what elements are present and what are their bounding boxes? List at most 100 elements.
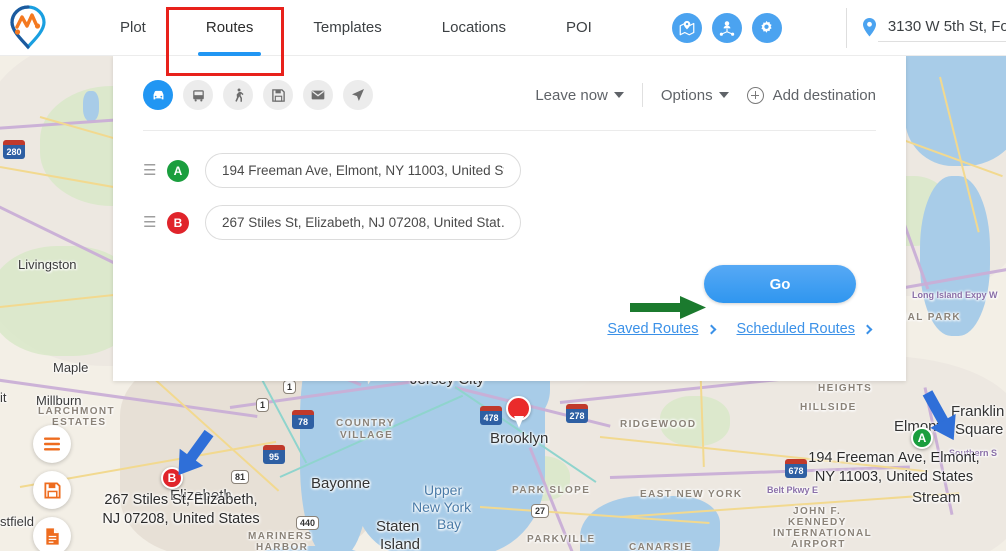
nav-item-templates[interactable]: Templates — [299, 0, 395, 56]
map-label: LARCHMONT — [38, 406, 116, 417]
scheduled-routes-label: Scheduled Routes — [736, 321, 856, 337]
nav-item-poi[interactable]: POI — [552, 0, 606, 56]
panel-options-group: Leave now Options Add destination — [535, 83, 876, 107]
stop-badge-b: B — [167, 211, 189, 234]
add-destination-button[interactable]: Add destination — [746, 86, 876, 104]
map-label: RAL PARK — [899, 312, 961, 323]
drag-handle-icon[interactable]: ☰ — [143, 215, 157, 230]
route-shield-icon: 1 — [256, 398, 270, 412]
saved-routes-link[interactable]: Saved Routes — [607, 321, 716, 337]
stop-badge-a: A — [167, 159, 189, 182]
marker-a[interactable]: A — [911, 427, 933, 449]
interstate-shield-icon: 95 — [263, 445, 285, 464]
go-row: Go — [113, 257, 906, 303]
panel-toolbar: Leave now Options Add destination — [113, 56, 906, 110]
nav-item-routes[interactable]: Routes — [192, 0, 268, 56]
map-label: Bay — [437, 516, 462, 532]
save-floppy-icon[interactable] — [263, 80, 293, 110]
marker-b-label: B — [167, 471, 177, 485]
map-label: Upper — [424, 482, 463, 498]
walk-icon[interactable] — [223, 80, 253, 110]
marker-b[interactable]: B — [161, 467, 183, 489]
header-search — [861, 13, 1006, 42]
origin-input[interactable] — [205, 153, 521, 188]
drag-handle-icon[interactable]: ☰ — [143, 163, 157, 178]
leave-now-dropdown[interactable]: Leave now — [535, 87, 624, 104]
interstate-shield-icon: 278 — [566, 404, 588, 423]
go-button[interactable]: Go — [704, 265, 856, 303]
map-label: RIDGEWOOD — [620, 419, 697, 430]
divider — [845, 7, 847, 48]
map-label: Square — [955, 421, 1004, 438]
map-label: Island — [380, 536, 421, 551]
map-label: AIRPORT — [791, 539, 846, 550]
search-input[interactable] — [877, 13, 1006, 42]
stop-row-a: ☰ A — [143, 153, 876, 188]
envelope-icon[interactable] — [303, 80, 333, 110]
callout-b-line1: 267 Stiles St, Elizabeth, — [104, 492, 258, 508]
map-location-icon[interactable] — [671, 12, 702, 43]
map-label: INTERNATIONAL — [773, 528, 873, 539]
hamburger-menu-icon[interactable] — [33, 425, 71, 463]
map-label: Livingston — [18, 257, 77, 272]
car-icon[interactable] — [143, 80, 173, 110]
map-label: EAST NEW YORK — [640, 489, 743, 500]
divider — [641, 83, 643, 107]
map-label: Franklin — [951, 403, 1005, 420]
map-label: MARINERS — [248, 531, 313, 542]
nav-label: Plot — [120, 19, 146, 36]
header-icon-group — [671, 12, 782, 43]
interstate-shield-icon: 280 — [3, 140, 25, 159]
interstate-shield-icon: 478 — [480, 406, 502, 425]
map-label: New York — [412, 499, 472, 515]
marker-a-label: A — [917, 431, 927, 445]
route-shield-icon: 81 — [231, 470, 250, 484]
route-shield-icon: 27 — [531, 504, 550, 518]
stop-row-b: ☰ B — [143, 205, 876, 240]
chevron-right-icon — [862, 324, 873, 334]
map-label: PARKVILLE — [527, 534, 596, 545]
map-label: stfield — [0, 514, 34, 529]
nav-label: Locations — [441, 19, 506, 36]
callout-a-line2: NY 11003, United States — [814, 469, 974, 485]
scheduled-routes-link[interactable]: Scheduled Routes — [736, 321, 873, 337]
chevron-right-icon — [706, 324, 716, 334]
callout-b-line2: NJ 07208, United States — [102, 511, 260, 527]
chevron-down-icon — [718, 92, 729, 98]
options-label: Options — [660, 86, 713, 104]
interstate-shield-icon: 78 — [292, 410, 314, 429]
document-icon[interactable] — [33, 517, 71, 551]
map-label: PARK SLOPE — [512, 485, 591, 496]
options-dropdown[interactable]: Options — [661, 87, 729, 104]
nav-label: Templates — [313, 19, 382, 36]
app-root: Livingston Maple Millburn LARCHMONT ESTATES i… — [0, 0, 1006, 551]
map-label: Stream — [912, 489, 961, 506]
main-nav: Plot Routes Templates Locations POI — [106, 0, 638, 56]
gear-icon[interactable] — [751, 12, 782, 43]
chevron-down-icon — [613, 92, 624, 98]
stops-list: ☰ A ☰ B — [113, 131, 906, 240]
map-water-sound — [905, 56, 1006, 166]
navigate-arrow-icon[interactable] — [343, 80, 373, 110]
user-network-icon[interactable] — [711, 12, 742, 43]
map-label: HILLSIDE — [800, 402, 857, 413]
marker-current-location[interactable] — [506, 396, 531, 428]
panel-links: Saved Routes Scheduled Routes — [113, 303, 906, 337]
map-label: VILLAGE — [340, 430, 394, 441]
map-label: it — [0, 390, 7, 405]
nav-item-plot[interactable]: Plot — [106, 0, 160, 56]
bus-icon[interactable] — [183, 80, 213, 110]
map-label: Staten — [376, 518, 420, 535]
destination-input[interactable] — [205, 205, 521, 240]
location-pin-icon — [862, 18, 876, 37]
callout-a-line1: 194 Freeman Ave, Elmont, — [808, 450, 980, 466]
map-label: KENNEDY — [788, 517, 847, 528]
nav-item-locations[interactable]: Locations — [428, 0, 520, 56]
save-floppy-icon[interactable] — [33, 471, 71, 509]
route-shield-icon: 1 — [283, 380, 297, 394]
map-label: Brooklyn — [490, 430, 549, 447]
nav-label: Routes — [205, 19, 254, 36]
nav-label: POI — [565, 19, 592, 36]
mapsted-logo[interactable] — [2, 2, 54, 54]
map-label: Long Island Expy W — [912, 290, 998, 300]
